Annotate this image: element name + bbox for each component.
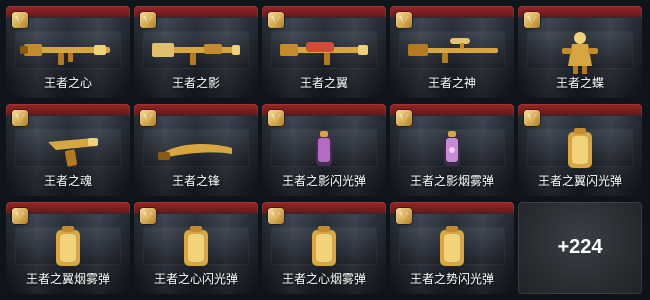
item-name: 王者之势闪光弹 — [409, 272, 494, 286]
rank-badge-icon — [396, 208, 412, 224]
rank-badge-icon — [268, 110, 284, 126]
item-name: 王者之蝶 — [555, 76, 604, 90]
item-card[interactable]: 王者之魂 — [6, 104, 130, 196]
item-card[interactable]: 王者之蝶 — [518, 6, 642, 98]
item-name: 王者之翼 — [299, 76, 348, 90]
item-card[interactable]: 王者之翼闪光弹 — [518, 104, 642, 196]
golden-rifle-icon — [280, 42, 368, 65]
item-name: 王者之心 — [43, 76, 92, 90]
item-name: 王者之魂 — [43, 174, 92, 188]
rank-badge-icon — [268, 12, 284, 28]
more-items-tile[interactable]: +224 — [518, 202, 642, 294]
rank-badge-icon — [12, 208, 28, 224]
item-card[interactable]: 王者之心烟雾弹 — [262, 202, 386, 294]
more-items-count: +224 — [557, 236, 603, 258]
flashbang-grenade-icon — [568, 128, 592, 168]
item-card[interactable]: 王者之影 — [134, 6, 258, 98]
item-name: 王者之心闪光弹 — [153, 272, 238, 286]
item-card[interactable]: 王者之势闪光弹 — [390, 202, 514, 294]
rank-badge-icon — [140, 208, 156, 224]
rank-badge-icon — [140, 12, 156, 28]
item-name: 王者之影烟雾弹 — [409, 174, 494, 188]
rank-badge-icon — [140, 110, 156, 126]
item-grid: 王者之心 王者之影 王者之翼 王者之神 王者之蝶 王者之魂 王者之锋 王者之影闪… — [0, 0, 650, 300]
item-card[interactable]: 王者之锋 — [134, 104, 258, 196]
golden-rifle-icon — [20, 44, 110, 65]
rank-badge-icon — [12, 12, 28, 28]
flashbang-grenade-icon — [440, 226, 464, 266]
item-card[interactable]: 王者之心闪光弹 — [134, 202, 258, 294]
golden-sniper-rifle-icon — [408, 38, 498, 63]
item-name: 王者之翼闪光弹 — [537, 174, 622, 188]
item-card[interactable]: 王者之翼烟雾弹 — [6, 202, 130, 294]
rank-badge-icon — [268, 208, 284, 224]
item-name: 王者之锋 — [171, 174, 220, 188]
item-card[interactable]: 王者之影烟雾弹 — [390, 104, 514, 196]
item-name: 王者之翼烟雾弹 — [25, 272, 110, 286]
smoke-grenade-icon — [444, 131, 460, 166]
golden-blade-icon — [158, 144, 232, 160]
item-card[interactable]: 王者之神 — [390, 6, 514, 98]
golden-rifle-icon — [152, 43, 240, 65]
smoke-grenade-icon — [312, 226, 336, 266]
item-name: 王者之心烟雾弹 — [281, 272, 366, 286]
item-card[interactable]: 王者之影闪光弹 — [262, 104, 386, 196]
item-name: 王者之影 — [171, 76, 220, 90]
rank-badge-icon — [12, 110, 28, 126]
smoke-grenade-icon — [56, 226, 80, 266]
rank-badge-icon — [396, 12, 412, 28]
rank-badge-icon — [524, 12, 540, 28]
item-name: 王者之神 — [427, 76, 476, 90]
item-card[interactable]: 王者之心 — [6, 6, 130, 98]
rank-badge-icon — [524, 110, 540, 126]
golden-pistol-icon — [48, 138, 98, 167]
character-figure-icon — [562, 32, 598, 74]
rank-badge-icon — [396, 110, 412, 126]
item-name: 王者之影闪光弹 — [281, 174, 366, 188]
flashbang-grenade-icon — [316, 131, 332, 166]
item-card[interactable]: 王者之翼 — [262, 6, 386, 98]
flashbang-grenade-icon — [184, 226, 208, 266]
